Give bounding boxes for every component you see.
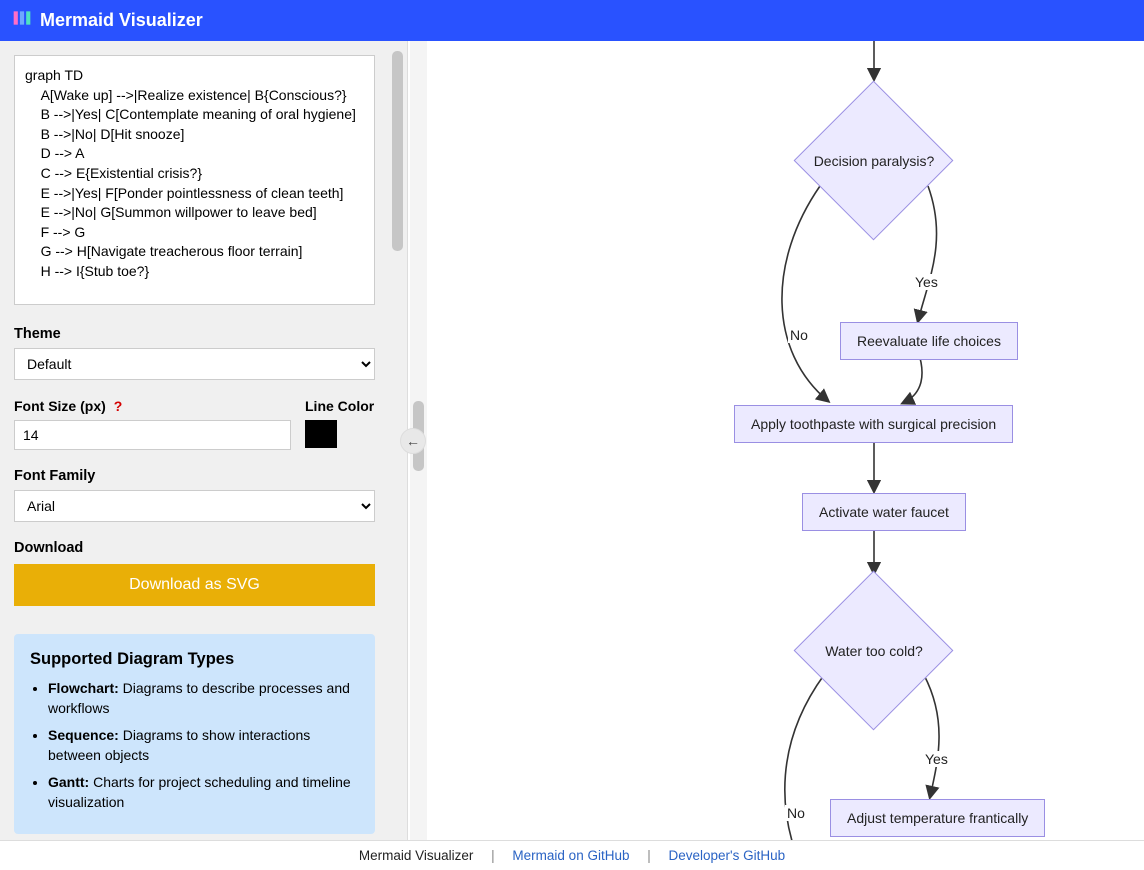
download-label: Download [14, 540, 375, 556]
edge-label-no: No [785, 805, 807, 821]
main-content: graph TD A[Wake up] -->|Realize existenc… [0, 41, 1144, 840]
footer-link-dev[interactable]: Developer's GitHub [669, 848, 786, 863]
fontsize-label: Font Size (px) [14, 398, 106, 414]
footer-link-mermaid[interactable]: Mermaid on GitHub [512, 848, 629, 863]
list-item: Flowchart: Diagrams to describe processe… [48, 679, 355, 718]
theme-label: Theme [14, 326, 375, 342]
logo-icon [12, 8, 32, 33]
info-title: Supported Diagram Types [30, 650, 359, 669]
info-panel: Supported Diagram Types Flowchart: Diagr… [14, 634, 375, 834]
theme-select[interactable]: Default [14, 348, 375, 380]
linecolor-picker[interactable] [305, 420, 337, 448]
fontfamily-select[interactable]: Arial [14, 490, 375, 522]
node-water-cold: Water too cold? [794, 571, 954, 731]
fontsize-input[interactable] [14, 420, 291, 450]
info-list[interactable]: Flowchart: Diagrams to describe processe… [30, 679, 359, 818]
node-faucet: Activate water faucet [802, 493, 966, 531]
list-item: Gantt: Charts for project scheduling and… [48, 773, 355, 812]
node-reevaluate: Reevaluate life choices [840, 322, 1018, 360]
edge-label-no: No [788, 327, 810, 343]
help-icon[interactable]: ? [114, 398, 123, 414]
collapse-sidebar-button[interactable]: ← [400, 428, 426, 454]
node-decision-paralysis: Decision paralysis? [794, 81, 954, 241]
edge-label-yes: Yes [923, 751, 950, 767]
node-toothpaste: Apply toothpaste with surgical precision [734, 405, 1013, 443]
footer-app: Mermaid Visualizer [359, 848, 474, 863]
linecolor-label: Line Color [305, 398, 374, 414]
mermaid-code-input[interactable]: graph TD A[Wake up] -->|Realize existenc… [14, 55, 375, 305]
app-title: Mermaid Visualizer [40, 10, 203, 31]
download-svg-button[interactable]: Download as SVG [14, 564, 375, 606]
arrow-left-icon: ← [406, 433, 420, 449]
node-adjust-temp: Adjust temperature frantically [830, 799, 1045, 837]
list-item: Sequence: Diagrams to show interactions … [48, 726, 355, 765]
sidebar: graph TD A[Wake up] -->|Realize existenc… [0, 41, 408, 840]
app-header: Mermaid Visualizer [0, 0, 1144, 41]
fontfamily-label: Font Family [14, 468, 375, 484]
edge-label-yes: Yes [913, 274, 940, 290]
footer: Mermaid Visualizer | Mermaid on GitHub |… [0, 840, 1144, 870]
diagram-canvas[interactable]: Decision paralysis? Yes No Reevaluate li… [408, 41, 1144, 840]
